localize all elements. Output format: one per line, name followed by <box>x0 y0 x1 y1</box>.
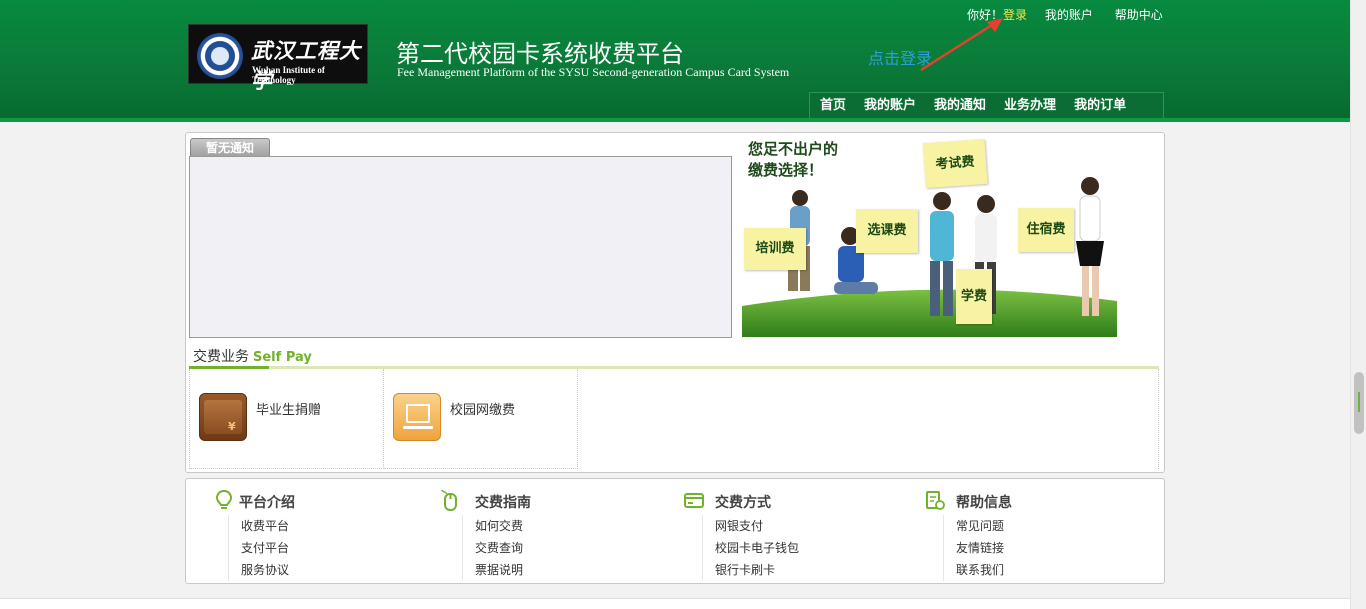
service-label: 毕业生捐赠 <box>256 403 322 418</box>
promo-banner: 您足不出户的 缴费选择！ 考试费 选课费 住宿费 培训费 学费 <box>742 136 1117 337</box>
nav-item-business[interactable]: 业务办理 <box>995 93 1065 119</box>
mouse-icon <box>441 489 457 511</box>
footer-link[interactable]: 常见问题 <box>956 515 1004 537</box>
nav-item-my-orders[interactable]: 我的订单 <box>1065 93 1135 119</box>
selfpay-service-grid: ¥ 毕业生捐赠 校园网缴费 <box>189 369 1159 469</box>
banner-note-lodging-fee: 住宿费 <box>1018 208 1074 252</box>
annotation-arrow-icon <box>920 18 1003 72</box>
footer-col-title: 平台介绍 <box>239 495 295 511</box>
scrollbar-thumb[interactable] <box>1354 372 1364 434</box>
banner-slogan-line1: 您足不出户的 <box>748 140 839 158</box>
footer-link-list: 如何交费 交费查询 票据说明 <box>462 515 523 581</box>
notice-tab[interactable]: 暂无通知 <box>190 138 270 157</box>
footer-link[interactable]: 联系我们 <box>956 559 1004 581</box>
main-nav: 首页 我的账户 我的通知 业务办理 我的订单 <box>809 92 1164 119</box>
card-icon <box>684 493 704 508</box>
page-bottom-strip <box>0 598 1350 609</box>
footer-link[interactable]: 友情链接 <box>956 537 1004 559</box>
notice-content-box <box>189 156 732 338</box>
footer-link[interactable]: 交费查询 <box>475 537 523 559</box>
university-emblem-icon <box>197 33 243 79</box>
footer-col-guide: 交费指南 如何交费 交费查询 票据说明 <box>439 487 639 581</box>
footer-link[interactable]: 银行卡刷卡 <box>715 559 799 581</box>
campus-network-icon <box>393 393 441 441</box>
site-title: 第二代校园卡系统收费平台 <box>396 40 684 68</box>
footer-link[interactable]: 收费平台 <box>241 515 289 537</box>
help-doc-icon <box>926 491 945 510</box>
footer-link[interactable]: 服务协议 <box>241 559 289 581</box>
footer-col-payment: 交费方式 网银支付 校园卡电子钱包 银行卡刷卡 <box>683 487 883 581</box>
service-label: 校园网缴费 <box>450 403 516 418</box>
banner-slogan-line2: 缴费选择！ <box>748 161 824 179</box>
lightbulb-icon <box>215 489 233 509</box>
banner-note-tuition: 学费 <box>956 269 992 324</box>
footer-col-title: 交费指南 <box>475 495 531 511</box>
selfpay-title-cn: 交费业务 <box>193 349 249 365</box>
footer-info-panel: 平台介绍 收费平台 支付平台 服务协议 交费指南 如何交费 交费查询 票据说明 … <box>185 478 1165 584</box>
selfpay-section-header: 交费业务 Self Pay <box>189 345 1159 369</box>
banner-note-exam-fee: 考试费 <box>922 138 988 189</box>
footer-col-platform: 平台介绍 收费平台 支付平台 服务协议 <box>213 487 413 581</box>
selfpay-title-en: Self Pay <box>253 350 312 365</box>
footer-col-title: 交费方式 <box>715 495 771 511</box>
my-account-link[interactable]: 我的账户 <box>1045 6 1093 23</box>
footer-link[interactable]: 网银支付 <box>715 515 799 537</box>
footer-link-list: 网银支付 校园卡电子钱包 银行卡刷卡 <box>702 515 799 581</box>
footer-col-title: 帮助信息 <box>956 495 1012 511</box>
selfpay-title: 交费业务 Self Pay <box>193 346 312 366</box>
help-center-link[interactable]: 帮助中心 <box>1115 6 1163 23</box>
banner-note-course-fee: 选课费 <box>856 209 918 253</box>
footer-link[interactable]: 票据说明 <box>475 559 523 581</box>
nav-item-my-notices[interactable]: 我的通知 <box>925 93 995 119</box>
service-campus-network-fee[interactable]: 校园网缴费 <box>384 369 578 469</box>
service-graduate-donation[interactable]: ¥ 毕业生捐赠 <box>190 369 384 469</box>
footer-col-help: 帮助信息 常见问题 友情链接 联系我们 <box>924 487 1124 581</box>
header-divider <box>0 118 1350 122</box>
banner-note-training-fee: 培训费 <box>744 228 806 270</box>
footer-link[interactable]: 支付平台 <box>241 537 289 559</box>
main-panel: 暂无通知 您足不出户的 缴费选择！ 考试费 选课费 住宿费 培训费 学费 交费业… <box>185 132 1165 473</box>
nav-item-home[interactable]: 首页 <box>810 93 855 119</box>
footer-link[interactable]: 校园卡电子钱包 <box>715 537 799 559</box>
site-subtitle: Fee Management Platform of the SYSU Seco… <box>397 65 790 79</box>
footer-link-list: 收费平台 支付平台 服务协议 <box>228 515 289 581</box>
footer-link-list: 常见问题 友情链接 联系我们 <box>943 515 1004 581</box>
banner-slogan: 您足不出户的 缴费选择！ <box>748 139 838 181</box>
site-header: 武汉工程大学 Wuhan Institute of Technology 第二代… <box>0 0 1350 122</box>
logo-english-name: Wuhan Institute of Technology <box>252 65 325 85</box>
vertical-scrollbar[interactable] <box>1350 0 1366 609</box>
nav-item-my-account[interactable]: 我的账户 <box>855 93 925 119</box>
university-logo[interactable]: 武汉工程大学 Wuhan Institute of Technology <box>188 24 368 93</box>
footer-link[interactable]: 如何交费 <box>475 515 523 537</box>
wallet-icon: ¥ <box>199 393 247 441</box>
